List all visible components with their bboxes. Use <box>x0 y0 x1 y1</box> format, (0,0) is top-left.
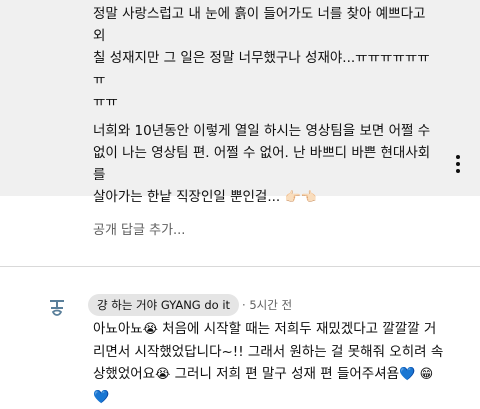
reply-placeholder: 공개 답글 추가... <box>93 223 186 238</box>
pointing-fingers-emoji: 👉🏻👈🏻 <box>284 190 317 205</box>
comment-line: 너희와 10년동안 이렇게 열일 하시는 영상팀을 보면 어쩔 수 <box>93 123 431 139</box>
loudly-crying-emoji: 😭 <box>142 322 158 337</box>
grinning-emoji: 😁 <box>419 367 434 382</box>
reply-timestamp: · 5시간 전 <box>242 294 292 316</box>
reply-text: 아뇨아뇨😭 처음에 시작할 때는 저희두 재밌겠다고 깔깔깔 거 리면서 시작했… <box>93 318 471 409</box>
comment-line: 칠 성재지만 그 일은 정말 너무했구나 성재야...ㅠㅠㅠㅠㅠㅠㅠ <box>93 50 430 88</box>
reply-line-text: 상했었어요 <box>93 366 156 382</box>
reply-line-text: 그러니 저희 편 말구 성재 편 들어주셔욤 <box>170 366 400 382</box>
reply-line: 상했었어요😭 그러니 저희 편 말구 성재 편 들어주셔욤💙 😁 <box>93 363 471 386</box>
divider <box>0 266 480 267</box>
channel-avatar-icon[interactable] <box>45 296 69 320</box>
reply-line-text: 아뇨아뇨 <box>93 321 143 337</box>
meta-separator: · <box>242 298 246 312</box>
loudly-crying-emoji: 😭 <box>155 367 171 382</box>
more-options-icon[interactable] <box>449 152 467 176</box>
reply-line-text: 처음에 시작할 때는 저희두 재밌겠다고 깔깔깔 거 <box>157 321 437 337</box>
blue-heart-emoji: 💙 <box>399 367 416 382</box>
reply-input[interactable]: 공개 답글 추가... <box>93 216 453 246</box>
reply-line: 💙 <box>93 386 471 409</box>
comment-line: ㅠㅠ <box>93 94 118 110</box>
timestamp[interactable]: 5시간 전 <box>249 298 292 312</box>
author-name[interactable]: 걍 하는 거야 GYANG do it <box>88 294 240 316</box>
reply-line: 리면서 시작했었답니다~!! 그래서 원하는 걸 못해줘 오히려 속 <box>93 344 444 360</box>
top-comment: 정말 사랑스럽고 내 눈에 흙이 들어가도 너를 찾아 예쁘다고 외 칠 성재지… <box>0 0 480 205</box>
comment-text: 정말 사랑스럽고 내 눈에 흙이 들어가도 너를 찾아 예쁘다고 외 칠 성재지… <box>93 3 438 209</box>
reply-line: 아뇨아뇨😭 처음에 시작할 때는 저희두 재밌겠다고 깔깔깔 거 <box>93 318 471 341</box>
comment-line: 정말 사랑스럽고 내 눈에 흙이 들어가도 너를 찾아 예쁘다고 외 <box>93 6 426 44</box>
comment-line-text: 살아가는 한낱 직장인일 뿐인걸... <box>93 189 281 205</box>
blue-heart-emoji: 💙 <box>93 390 110 405</box>
comment-line: 없이 나는 영상팀 편. 어쩔 수 없어. 난 바쁘디 바쁜 현대사회를 <box>93 145 431 183</box>
comment-line: 살아가는 한낱 직장인일 뿐인걸... 👉🏻👈🏻 <box>93 186 438 209</box>
